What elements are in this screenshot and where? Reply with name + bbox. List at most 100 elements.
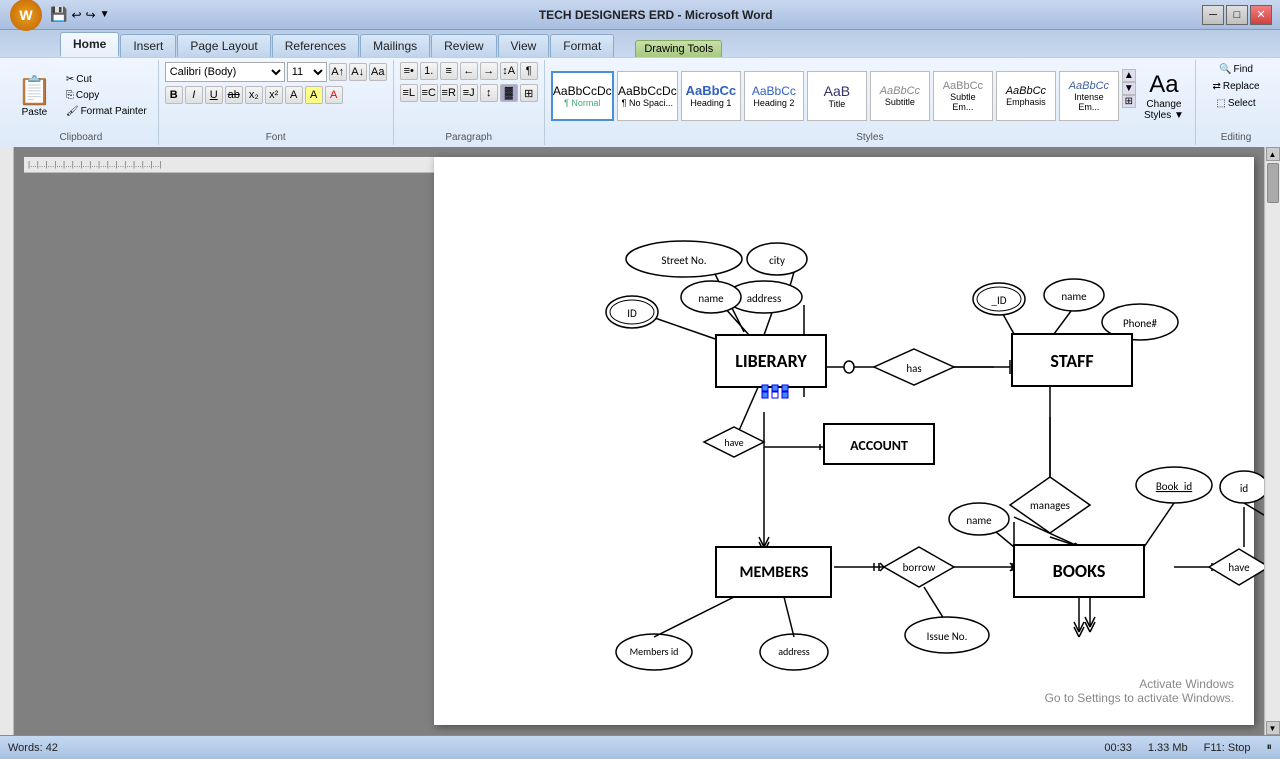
paste-button[interactable]: 📋 Paste <box>10 71 59 121</box>
cut-button[interactable]: ✂ Cut <box>61 72 152 87</box>
select-label: Select <box>1228 98 1256 109</box>
pause-icon[interactable]: ⏸ <box>1267 741 1273 754</box>
bold-button[interactable]: B <box>165 86 183 104</box>
tab-format[interactable]: Format <box>550 34 614 57</box>
cut-label: Cut <box>76 74 92 85</box>
tab-page-layout[interactable]: Page Layout <box>177 34 270 57</box>
text-effects-button[interactable]: A <box>285 86 303 104</box>
numbering-button[interactable]: 1. <box>420 62 438 80</box>
tab-mailings[interactable]: Mailings <box>360 34 430 57</box>
change-styles-button[interactable]: Aa ChangeStyles ▼ <box>1139 66 1189 126</box>
clipboard-small-btns: ✂ Cut ⎘ Copy 🖌 Format Painter <box>61 72 152 119</box>
tab-drawing-tools[interactable]: Drawing Tools <box>635 40 722 57</box>
tab-home[interactable]: Home <box>60 32 119 57</box>
underline-button[interactable]: U <box>205 86 223 104</box>
decrease-indent-button[interactable]: ← <box>460 62 478 80</box>
bullets-button[interactable]: ≡• <box>400 62 418 80</box>
styles-scroll-down[interactable]: ▼ <box>1122 82 1136 95</box>
font-family-select[interactable]: Calibri (Body) <box>165 62 285 82</box>
change-styles-label: ChangeStyles ▼ <box>1144 99 1184 121</box>
style-heading2[interactable]: AaBbCc Heading 2 <box>744 71 804 121</box>
svg-text:STAFF: STAFF <box>1050 350 1093 372</box>
customize-icon[interactable]: ▼ <box>100 9 110 20</box>
sort-button[interactable]: ↕A <box>500 62 518 80</box>
editing-group: 🔍 Find ⇄ Replace ⬚ Select Editing <box>1196 60 1276 145</box>
styles-content: AaBbCcDc ¶ Normal AaBbCcDc ¶ No Spaci...… <box>551 62 1189 143</box>
svg-text:address: address <box>778 645 810 658</box>
paragraph-label: Paragraph <box>394 132 544 143</box>
show-marks-button[interactable]: ¶ <box>520 62 538 80</box>
file-size: 1.33 Mb <box>1148 742 1188 754</box>
style-normal[interactable]: AaBbCcDc ¶ Normal <box>551 71 614 121</box>
titlebar-left: W 💾 ↩ ↪ ▼ <box>8 0 109 33</box>
tab-view[interactable]: View <box>498 34 550 57</box>
cut-icon: ✂ <box>66 74 74 85</box>
save-icon[interactable]: 💾 <box>50 6 67 23</box>
copy-button[interactable]: ⎘ Copy <box>61 88 152 103</box>
style-subtle-em[interactable]: AaBbCc Subtle Em... <box>933 71 993 121</box>
svg-text:LIBERARY: LIBERARY <box>735 350 807 372</box>
styles-expand[interactable]: ⊞ <box>1122 95 1136 108</box>
justify-button[interactable]: ≡J <box>460 84 478 102</box>
highlight-button[interactable]: A <box>305 86 323 104</box>
font-size-select[interactable]: 11 <box>287 62 327 82</box>
grow-font-button[interactable]: A↑ <box>329 63 347 81</box>
word-count: Words: 42 <box>8 742 58 754</box>
format-painter-button[interactable]: 🖌 Format Painter <box>61 104 152 119</box>
clear-format-button[interactable]: Aa <box>369 63 387 81</box>
vertical-scrollbar[interactable]: ▲ ▼ <box>1264 147 1280 735</box>
subscript-button[interactable]: x₂ <box>245 86 263 104</box>
align-left-button[interactable]: ≡L <box>400 84 418 102</box>
office-button[interactable]: W <box>10 0 42 31</box>
align-center-button[interactable]: ≡C <box>420 84 438 102</box>
select-button[interactable]: ⬚ Select <box>1211 96 1260 111</box>
paragraph-group: ≡• 1. ≡ ← → ↕A ¶ ≡L ≡C ≡R ≡J ↕ ▓ ⊞ Parag… <box>394 60 545 145</box>
style-title[interactable]: AaB Title <box>807 71 867 121</box>
window-controls: ─ □ ✕ <box>1202 5 1272 25</box>
style-subtitle[interactable]: AaBbCc Subtitle <box>870 71 930 121</box>
scroll-track[interactable] <box>1266 161 1280 721</box>
svg-text:Phone#: Phone# <box>1123 317 1158 330</box>
editing-content: 🔍 Find ⇄ Replace ⬚ Select <box>1202 62 1270 143</box>
tab-references[interactable]: References <box>272 34 359 57</box>
svg-text:manages: manages <box>1030 499 1070 512</box>
scroll-up-button[interactable]: ▲ <box>1266 147 1280 161</box>
line-spacing-button[interactable]: ↕ <box>480 84 498 102</box>
shading-button[interactable]: ▓ <box>500 84 518 102</box>
style-heading1[interactable]: AaBbCc Heading 1 <box>681 71 741 121</box>
find-button[interactable]: 🔍 Find <box>1214 62 1258 77</box>
ribbon: 📋 Paste ✂ Cut ⎘ Copy 🖌 Format Painter Cl… <box>0 57 1280 147</box>
svg-text:name: name <box>698 292 724 305</box>
font-color-button[interactable]: A <box>325 86 343 104</box>
svg-text:name: name <box>1061 290 1087 303</box>
superscript-button[interactable]: x² <box>265 86 283 104</box>
multilevel-button[interactable]: ≡ <box>440 62 458 80</box>
minimize-button[interactable]: ─ <box>1202 5 1224 25</box>
align-right-button[interactable]: ≡R <box>440 84 458 102</box>
borders-button[interactable]: ⊞ <box>520 84 538 102</box>
svg-text:have: have <box>724 436 743 449</box>
increase-indent-button[interactable]: → <box>480 62 498 80</box>
svg-text:ID: ID <box>627 307 637 320</box>
tab-insert[interactable]: Insert <box>120 34 176 57</box>
font-content: Calibri (Body) 11 A↑ A↓ Aa B I U ab x₂ x… <box>165 62 387 143</box>
strikethrough-button[interactable]: ab <box>225 86 243 104</box>
maximize-button[interactable]: □ <box>1226 5 1248 25</box>
style-intense-em[interactable]: AaBbCc Intense Em... <box>1059 71 1119 121</box>
close-button[interactable]: ✕ <box>1250 5 1272 25</box>
document: Street No. city address name ID LIBERARY <box>434 157 1254 725</box>
style-no-spacing[interactable]: AaBbCcDc ¶ No Spaci... <box>617 71 678 121</box>
svg-text:borrow: borrow <box>903 561 936 574</box>
style-emphasis[interactable]: AaBbCc Emphasis <box>996 71 1056 121</box>
clipboard-label: Clipboard <box>4 132 158 143</box>
redo-icon[interactable]: ↪ <box>86 8 96 22</box>
shrink-font-button[interactable]: A↓ <box>349 63 367 81</box>
svg-text:ACCOUNT: ACCOUNT <box>850 437 908 454</box>
replace-button[interactable]: ⇄ Replace <box>1207 79 1264 94</box>
styles-scroll-up[interactable]: ▲ <box>1122 69 1136 82</box>
scroll-down-button[interactable]: ▼ <box>1266 721 1280 735</box>
undo-icon[interactable]: ↩ <box>71 8 81 22</box>
tab-review[interactable]: Review <box>431 34 496 57</box>
document-area[interactable]: |...|...|...|...|...|...|...|...|...|...… <box>14 147 1264 735</box>
italic-button[interactable]: I <box>185 86 203 104</box>
